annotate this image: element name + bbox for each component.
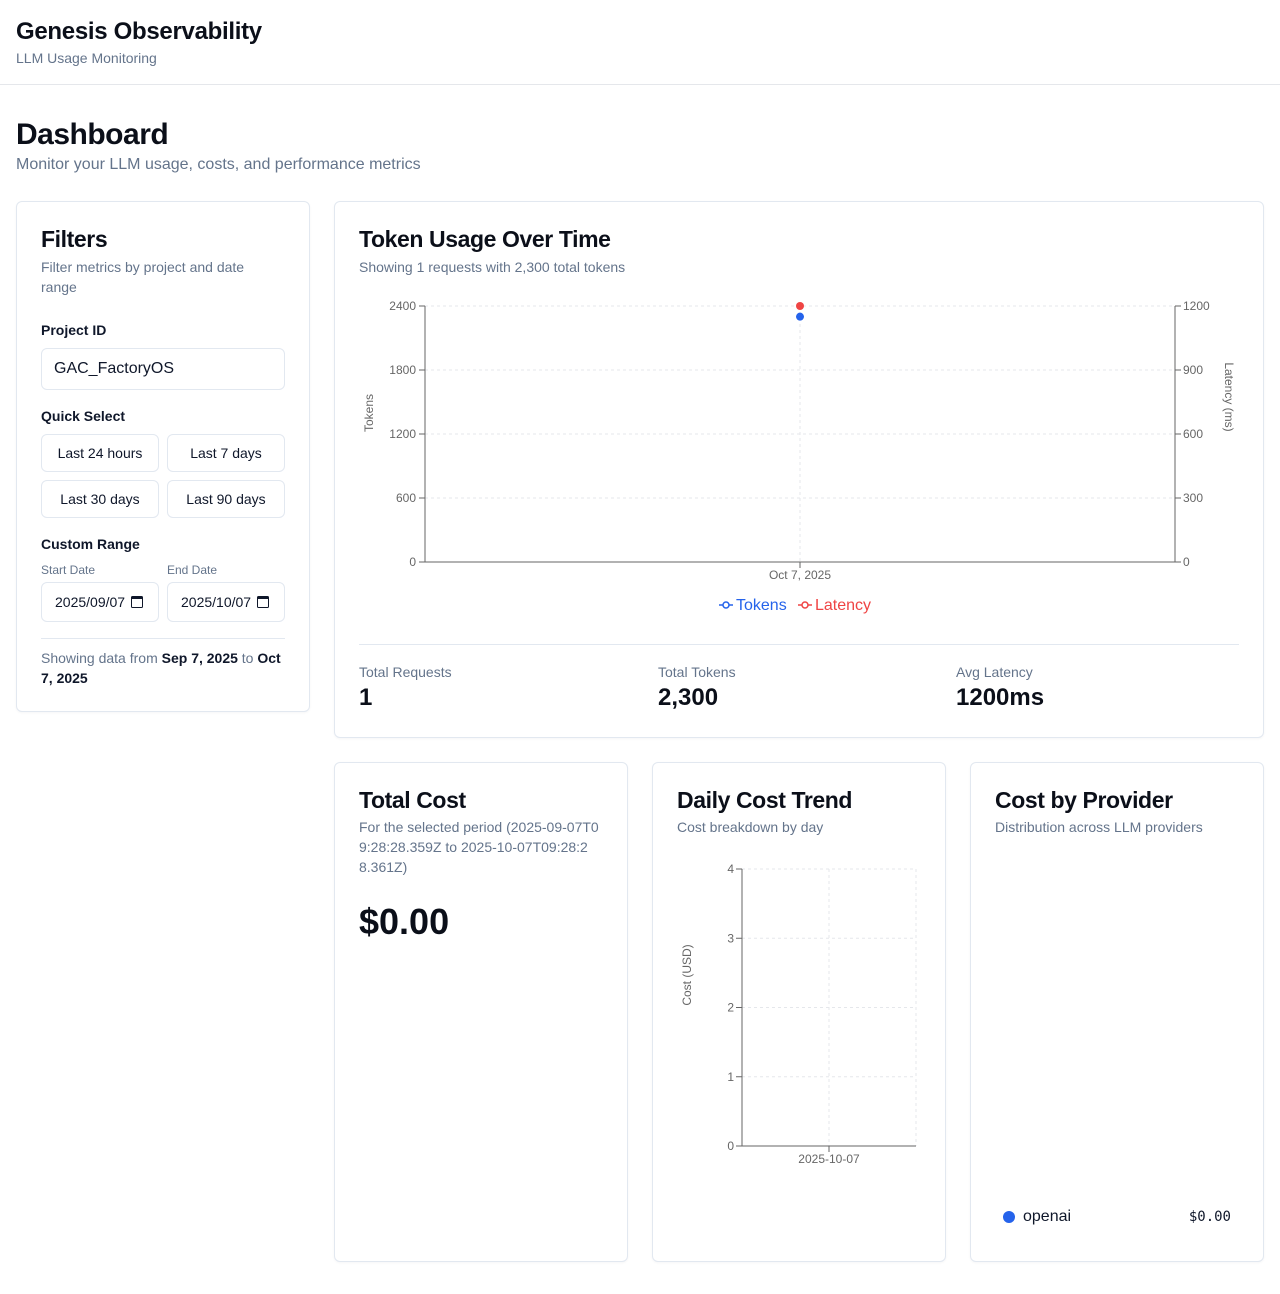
y2-tick-label: 1200: [1183, 299, 1210, 313]
range-mid: to: [241, 650, 254, 666]
filters-card: Filters Filter metrics by project and da…: [16, 201, 310, 712]
calendar-icon[interactable]: [131, 596, 143, 608]
y2-tick-label: 600: [1183, 427, 1203, 441]
calendar-icon[interactable]: [257, 596, 269, 608]
date-range-summary: Showing data from Sep 7, 2025 to Oct 7, …: [41, 648, 281, 688]
end-date-input[interactable]: 2025/10/07: [167, 582, 285, 622]
y-axis-label: Cost (USD): [680, 944, 694, 1005]
legend-label-tokens: Tokens: [736, 597, 787, 614]
y-tick-label: 1: [727, 1070, 734, 1084]
custom-range-label: Custom Range: [41, 536, 140, 552]
x-tick-label: 2025-10-07: [798, 1152, 860, 1166]
total-tokens-value: 2,300: [658, 684, 719, 711]
total-cost-card: Total Cost For the selected period (2025…: [334, 762, 628, 1262]
filters-title: Filters: [41, 226, 108, 252]
provider-cost: $0.00: [1188, 1209, 1231, 1225]
page-subtitle: Monitor your LLM usage, costs, and perfo…: [16, 156, 421, 173]
project-id-input[interactable]: GAC_FactoryOS: [41, 348, 285, 390]
token-usage-chart: 0 600 1200 1800 2400 0 300 600 900 1200 Oct 7, 202…: [362, 299, 1236, 614]
stats-divider: [359, 644, 1239, 645]
tokens-point: [796, 312, 804, 321]
legend-label-latency: Latency: [815, 597, 871, 614]
app-title: Genesis Observability: [16, 18, 262, 45]
page-title: Dashboard: [16, 118, 169, 151]
y-tick-label: 1800: [389, 363, 416, 377]
legend-swatch-dot: [722, 601, 730, 609]
y2-tick-label: 300: [1183, 491, 1203, 505]
filters-divider: [41, 638, 285, 639]
y-tick-label: 600: [396, 491, 416, 505]
token-usage-card: Token Usage Over Time Showing 1 requests…: [334, 201, 1264, 738]
avg-latency-value: 1200ms: [956, 684, 1045, 711]
cost-by-provider-card: Cost by Provider Distribution across LLM…: [970, 762, 1264, 1262]
avg-latency-label: Avg Latency: [956, 664, 1033, 680]
last-90-days-button[interactable]: Last 90 days: [167, 480, 285, 518]
y-tick-label: 4: [727, 862, 734, 876]
range-prefix: Showing data from: [41, 650, 158, 666]
y-tick-label: 3: [727, 931, 734, 945]
y-tick-label: 0: [727, 1139, 734, 1153]
last-30-days-button[interactable]: Last 30 days: [41, 480, 159, 518]
y-tick-label: 1200: [389, 427, 416, 441]
start-date-input[interactable]: 2025/09/07: [41, 582, 159, 622]
last-7-days-button[interactable]: Last 7 days: [167, 434, 285, 472]
end-date-value: 2025/10/07: [181, 594, 252, 610]
y-tick-label: 2: [727, 1001, 734, 1015]
total-tokens-label: Total Tokens: [658, 664, 736, 680]
total-requests-label: Total Requests: [359, 664, 452, 680]
daily-cost-chart: 0 1 2 3 4 2025-10-07 Cost (USD): [680, 862, 917, 1166]
range-start: Sep 7, 2025: [161, 650, 238, 666]
provider-description: Distribution across LLM providers: [995, 819, 1203, 835]
end-date-label: End Date: [167, 563, 218, 577]
project-id-label: Project ID: [41, 322, 107, 338]
y2-tick-label: 0: [1183, 555, 1190, 569]
provider-title: Cost by Provider: [995, 787, 1173, 813]
quick-select-label: Quick Select: [41, 408, 126, 424]
latency-point: [796, 302, 804, 310]
total-cost-value: $0.00: [359, 901, 450, 942]
y-tick-label: 2400: [389, 299, 416, 313]
provider-color-dot: [1003, 1211, 1015, 1223]
legend-swatch-dot: [801, 601, 809, 609]
start-date-value: 2025/09/07: [55, 594, 126, 610]
top-bar: Genesis Observability LLM Usage Monitori…: [0, 0, 1280, 85]
start-date-label: Start Date: [41, 563, 96, 577]
total-cost-description: For the selected period (2025-09-07T09:2…: [359, 819, 599, 875]
last-24-hours-button[interactable]: Last 24 hours: [41, 434, 159, 472]
project-id-value: GAC_FactoryOS: [54, 360, 175, 377]
total-requests-value: 1: [359, 684, 373, 711]
provider-name: openai: [1023, 1208, 1072, 1225]
y-axis-label: Tokens: [362, 394, 376, 432]
x-tick-label: Oct 7, 2025: [769, 568, 831, 582]
y-tick-label: 0: [409, 555, 416, 569]
app-subtitle: LLM Usage Monitoring: [16, 50, 157, 66]
y2-axis-label: Latency (ms): [1222, 362, 1236, 431]
daily-cost-trend-card: Daily Cost Trend Cost breakdown by day 0…: [652, 762, 946, 1262]
y2-tick-label: 900: [1183, 363, 1203, 377]
filters-description: Filter metrics by project and date range: [41, 259, 245, 295]
total-cost-title: Total Cost: [359, 787, 466, 813]
